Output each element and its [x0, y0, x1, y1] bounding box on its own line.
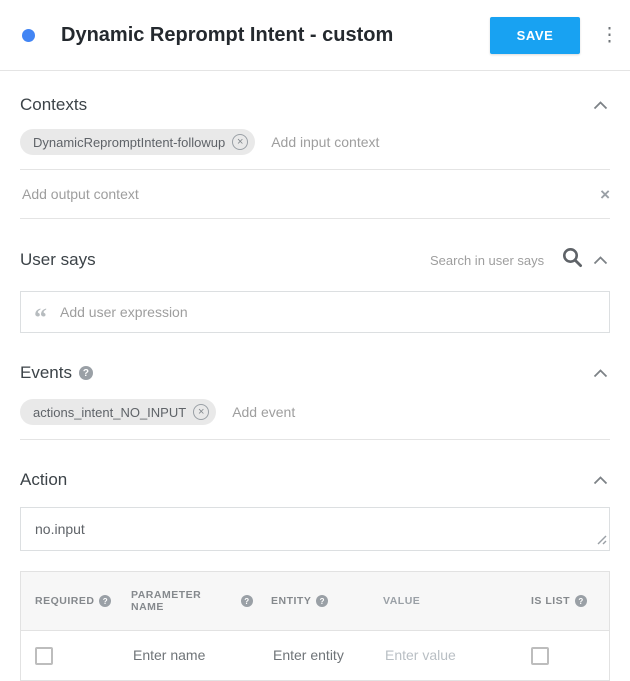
- search-icon[interactable]: [562, 247, 583, 273]
- input-context-chip: DynamicRepromptIntent-followup ×: [20, 129, 255, 155]
- input-contexts-row: DynamicRepromptIntent-followup ×: [20, 129, 610, 170]
- add-input-context-field[interactable]: [269, 133, 610, 151]
- parameters-table: REQUIRED ? PARAMETER NAME ? ENTITY ? VAL…: [20, 571, 610, 681]
- events-chips-row: actions_intent_NO_INPUT ×: [20, 399, 610, 440]
- entity-input[interactable]: [271, 646, 365, 664]
- events-heading: Events: [20, 363, 72, 383]
- user-says-heading: User says: [20, 250, 96, 270]
- col-value-label: VALUE: [383, 595, 420, 607]
- col-entity: ENTITY ?: [257, 578, 369, 624]
- search-input[interactable]: [428, 252, 560, 269]
- collapse-action-icon[interactable]: [591, 474, 610, 487]
- col-required: REQUIRED ?: [21, 578, 117, 624]
- add-user-expression-field[interactable]: [58, 303, 596, 321]
- event-chip: actions_intent_NO_INPUT ×: [20, 399, 216, 425]
- parameters-table-header: REQUIRED ? PARAMETER NAME ? ENTITY ? VAL…: [21, 572, 609, 631]
- col-value: VALUE: [369, 578, 517, 624]
- is-list-checkbox[interactable]: [531, 647, 549, 665]
- action-section: Action no.input: [0, 470, 630, 551]
- col-parameter-name: PARAMETER NAME ?: [117, 572, 257, 630]
- input-context-chip-label: DynamicRepromptIntent-followup: [33, 135, 225, 150]
- collapse-contexts-icon[interactable]: [591, 99, 610, 112]
- events-help-icon[interactable]: ?: [79, 366, 93, 380]
- resize-handle-icon[interactable]: [596, 532, 607, 548]
- intent-header: Dynamic Reprompt Intent - custom SAVE ⋮: [0, 0, 630, 71]
- contexts-section: Contexts DynamicRepromptIntent-followup …: [0, 95, 630, 219]
- save-button[interactable]: SAVE: [490, 17, 580, 54]
- action-name-value: no.input: [35, 521, 85, 537]
- col-is-list-label: IS LIST: [531, 595, 570, 607]
- events-section: Events ? actions_intent_NO_INPUT ×: [0, 363, 630, 440]
- user-says-section: User says “: [0, 247, 630, 333]
- user-expression-box: “: [20, 291, 610, 333]
- add-output-context-field[interactable]: [20, 185, 600, 203]
- intent-status-dot: [22, 29, 35, 42]
- action-heading: Action: [20, 470, 67, 490]
- required-checkbox[interactable]: [35, 647, 53, 665]
- col-entity-label: ENTITY: [271, 595, 311, 607]
- is-list-help-icon[interactable]: ?: [575, 595, 587, 607]
- remove-event-icon[interactable]: ×: [193, 404, 209, 420]
- clear-output-context-icon[interactable]: ×: [600, 186, 610, 203]
- required-help-icon[interactable]: ?: [99, 595, 111, 607]
- col-is-list: IS LIST ?: [517, 578, 609, 624]
- event-chip-label: actions_intent_NO_INPUT: [33, 405, 186, 420]
- remove-input-context-icon[interactable]: ×: [232, 134, 248, 150]
- page-title: Dynamic Reprompt Intent - custom: [61, 24, 490, 47]
- col-parameter-name-label: PARAMETER NAME: [131, 589, 236, 613]
- parameter-name-help-icon[interactable]: ?: [241, 595, 253, 607]
- entity-help-icon[interactable]: ?: [316, 595, 328, 607]
- contexts-heading: Contexts: [20, 95, 87, 115]
- add-event-field[interactable]: [230, 403, 610, 421]
- col-required-label: REQUIRED: [35, 595, 94, 607]
- value-input[interactable]: [383, 646, 513, 664]
- kebab-menu-icon[interactable]: ⋮: [600, 24, 614, 47]
- output-contexts-row: ×: [20, 170, 610, 219]
- parameter-row: [21, 631, 609, 680]
- collapse-user-says-icon[interactable]: [591, 254, 610, 267]
- user-says-search: [428, 247, 583, 273]
- action-name-field[interactable]: no.input: [20, 507, 610, 551]
- parameter-name-input[interactable]: [131, 646, 253, 664]
- collapse-events-icon[interactable]: [591, 367, 610, 380]
